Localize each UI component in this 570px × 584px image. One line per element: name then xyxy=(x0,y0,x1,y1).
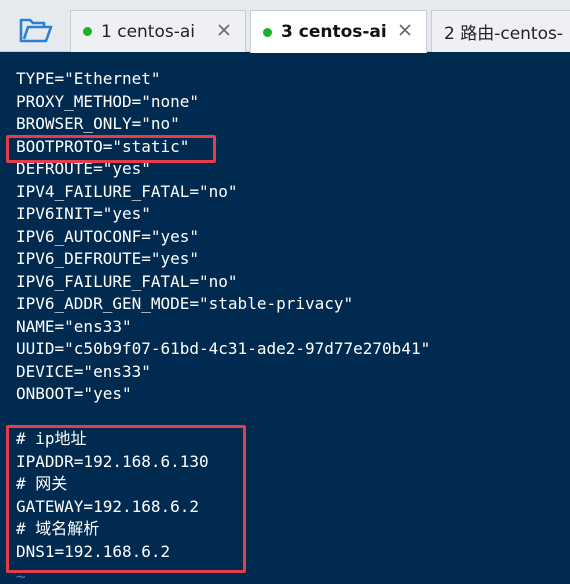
network-settings-highlight-box xyxy=(6,425,246,573)
config-line: IPV6_DEFROUTE="yes" xyxy=(16,249,200,268)
tab-session-3[interactable]: 3 centos-ai xyxy=(250,10,427,53)
config-line: IPV4_FAILURE_FATAL="no" xyxy=(16,182,238,201)
config-line: DEVICE="ens33" xyxy=(16,362,151,381)
config-line: ONBOOT="yes" xyxy=(16,384,132,403)
tab-label: 3 centos-ai xyxy=(281,22,387,42)
folder-open-icon xyxy=(19,18,53,43)
config-line: IPV6INIT="yes" xyxy=(16,204,151,223)
bootproto-highlight-box xyxy=(6,135,216,163)
tab-bar: 1 centos-ai 3 centos-ai 2 路由-centos- xyxy=(0,0,570,53)
connection-status-dot xyxy=(83,27,92,36)
config-line: BROWSER_ONLY="no" xyxy=(16,114,180,133)
config-line: TYPE="Ethernet" xyxy=(16,69,161,88)
open-folder-button[interactable] xyxy=(8,10,64,52)
config-line: PROXY_METHOD="none" xyxy=(16,92,200,111)
connection-status-dot xyxy=(263,27,272,37)
config-line: NAME="ens33" xyxy=(16,317,132,336)
tab-label: 1 centos-ai xyxy=(101,21,195,42)
tab-session-2[interactable]: 2 路由-centos- xyxy=(431,10,570,52)
config-line: IPV6_ADDR_GEN_MODE="stable-privacy" xyxy=(16,294,354,313)
close-icon[interactable] xyxy=(215,21,233,39)
terminal-output[interactable]: TYPE="Ethernet" PROXY_METHOD="none" BROW… xyxy=(0,53,570,584)
config-line: UUID="c50b9f07-61bd-4c31-ade2-97d77e270b… xyxy=(16,339,431,358)
config-line: IPV6_FAILURE_FATAL="no" xyxy=(16,272,238,291)
close-icon[interactable] xyxy=(396,21,414,39)
tab-label: 2 路由-centos- xyxy=(444,24,563,44)
tab-session-1[interactable]: 1 centos-ai xyxy=(70,10,246,52)
config-line: IPV6_AUTOCONF="yes" xyxy=(16,227,200,246)
